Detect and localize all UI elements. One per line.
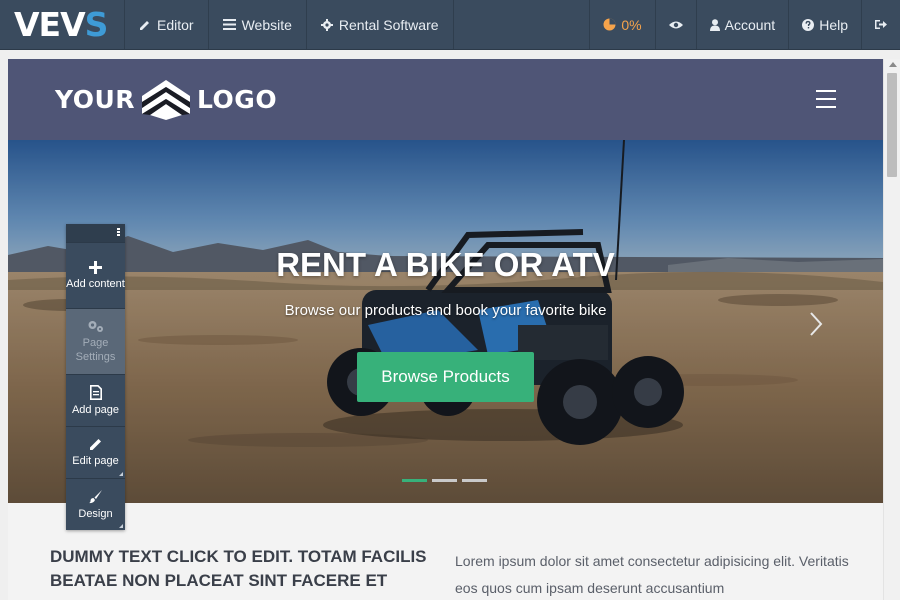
slider-dots [402, 479, 487, 482]
chevron-right-icon[interactable] [808, 311, 824, 337]
logo-word-right: LOGO [197, 85, 278, 114]
nav-rental-software-label: Rental Software [338, 16, 439, 33]
scroll-thumb[interactable] [887, 73, 897, 177]
slider-dot-3[interactable] [462, 479, 487, 482]
hamburger-icon[interactable] [816, 90, 836, 108]
account-button[interactable]: Account [695, 0, 789, 49]
slider-dot-1[interactable] [402, 479, 427, 482]
content-body[interactable]: Lorem ipsum dolor sit amet consectetur a… [455, 548, 855, 600]
site-header: YOUR LOGO [8, 59, 883, 140]
submenu-corner-icon [119, 472, 123, 476]
edit-page-button[interactable]: Edit page [66, 426, 125, 478]
hero-subtitle: Browse our products and book your favori… [284, 302, 607, 319]
design-button[interactable]: Design [66, 478, 125, 530]
plus-icon [89, 260, 102, 274]
help-label: Help [819, 16, 848, 33]
chevron-logo-icon [142, 79, 191, 120]
user-icon [709, 18, 720, 31]
browse-products-button[interactable]: Browse Products [357, 352, 534, 402]
brush-icon [89, 489, 102, 503]
add-page-label: Add page [71, 403, 120, 416]
add-content-label: Add content [66, 277, 125, 290]
progress-indicator[interactable]: 0% [589, 0, 654, 49]
pencil-icon [140, 20, 149, 30]
nav-website[interactable]: Website [209, 0, 307, 49]
content-heading[interactable]: DUMMY TEXT CLICK TO EDIT. TOTAM FACILIS … [50, 545, 440, 593]
preview-button[interactable] [654, 0, 696, 49]
tool-palette: Add content Page Settings Add page Edit … [66, 224, 125, 530]
atv-hero-image [8, 140, 883, 503]
brand-text: VEVS [14, 5, 108, 44]
sign-out-icon [875, 20, 887, 29]
progress-value: 0% [621, 16, 642, 33]
hero-title: RENT A BIKE OR ATV [276, 246, 615, 283]
pie-chart-icon [603, 18, 616, 31]
nav-editor-label: Editor [157, 16, 194, 33]
pencil-icon [89, 439, 101, 450]
scroll-up-arrow-icon[interactable] [889, 62, 897, 67]
account-label: Account [724, 16, 776, 33]
add-page-button[interactable]: Add page [66, 374, 125, 426]
gears-icon [88, 321, 103, 332]
site-preview: YOUR LOGO RENT A BIKE OR ATV Browse our … [8, 59, 883, 600]
page-settings-button[interactable]: Page Settings [66, 308, 125, 374]
logo-word-left: YOUR [55, 85, 136, 114]
nav-rental-software[interactable]: Rental Software [307, 0, 454, 49]
file-icon [89, 384, 102, 400]
site-logo[interactable]: YOUR LOGO [55, 77, 277, 122]
submenu-corner-icon [119, 524, 123, 528]
gear-icon [320, 18, 333, 31]
hero-slider: RENT A BIKE OR ATV Browse our products a… [8, 140, 883, 503]
nav-editor[interactable]: Editor [125, 0, 209, 49]
preview-scrollbar[interactable] [883, 59, 900, 600]
palette-drag-handle[interactable] [66, 224, 125, 242]
vevs-logo[interactable]: VEVS [0, 0, 125, 49]
kebab-menu-icon[interactable] [117, 228, 120, 237]
question-circle-icon [802, 18, 815, 31]
nav-website-label: Website [241, 16, 292, 33]
design-label: Design [78, 507, 113, 520]
list-icon [222, 19, 236, 30]
edit-page-label: Edit page [72, 455, 119, 467]
add-content-button[interactable]: Add content [66, 242, 125, 308]
eye-icon [668, 21, 683, 28]
logout-button[interactable] [861, 0, 900, 49]
editor-toolbar: VEVS Editor Website Rental Software 0% A… [0, 0, 900, 50]
slider-dot-2[interactable] [432, 479, 457, 482]
help-button[interactable]: Help [788, 0, 861, 49]
page-settings-label: Page Settings [75, 337, 116, 363]
